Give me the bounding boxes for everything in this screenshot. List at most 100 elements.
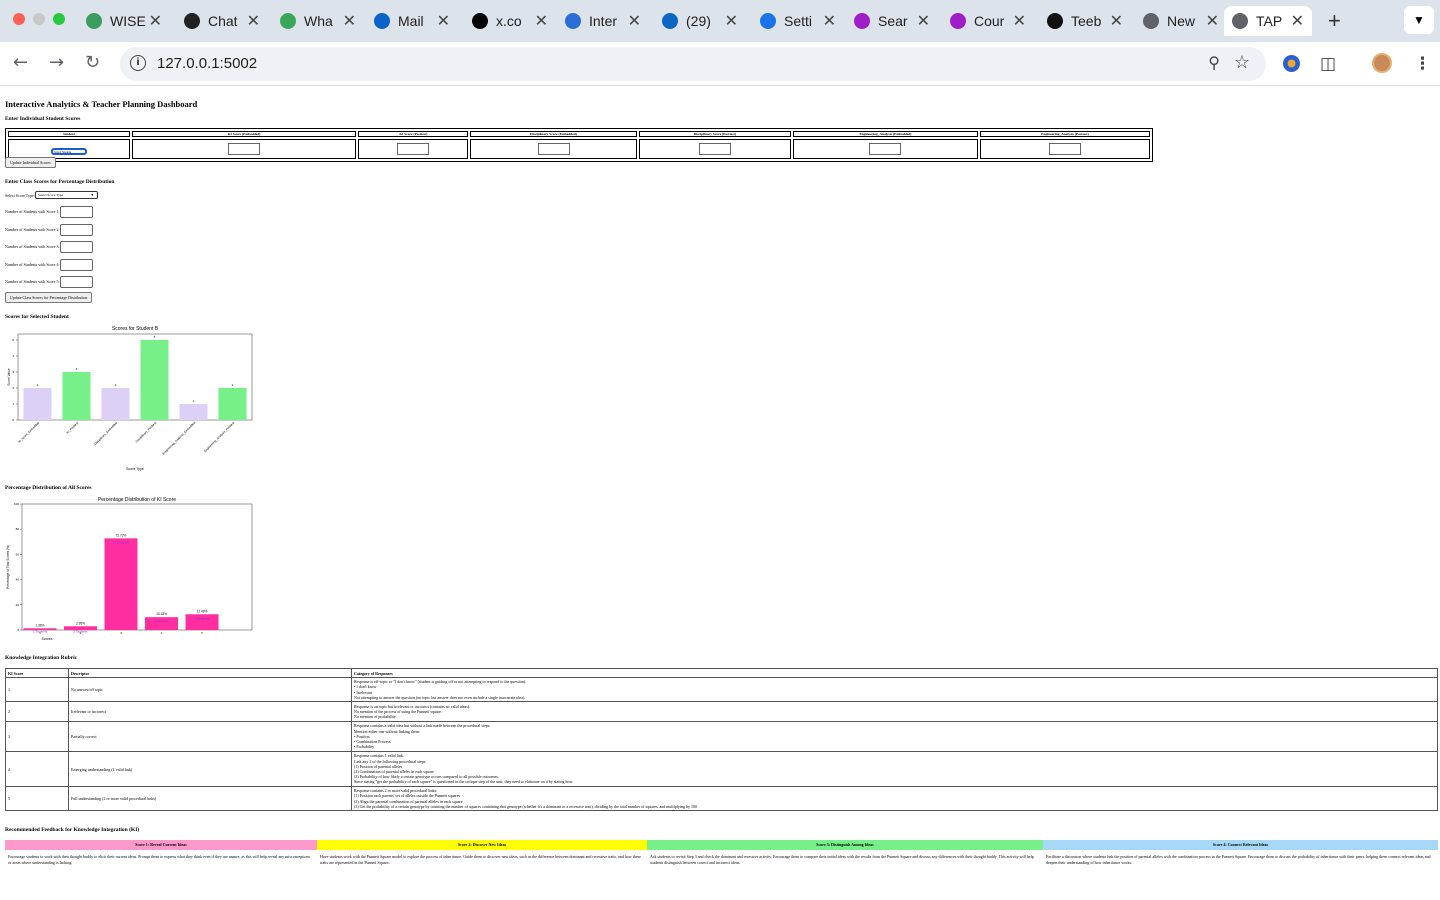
x-tick-label: 3 [120, 631, 122, 635]
student-select[interactable]: Select Student [50, 148, 87, 155]
address-bar[interactable]: i 127.0.0.1:5002 ⚲ ☆ [120, 47, 1266, 81]
browser-tab[interactable]: Mail ✕ [372, 6, 458, 36]
browser-tab[interactable]: (29) ✕ [660, 6, 746, 36]
tab-close-icon[interactable]: ✕ [437, 11, 450, 31]
score-count-input[interactable] [60, 258, 93, 271]
new-tab-plus-icon[interactable]: + [1328, 8, 1341, 34]
score-input[interactable] [869, 143, 902, 156]
tab-close-icon[interactable]: ✕ [247, 11, 260, 31]
tab-title: (29) [686, 13, 711, 29]
tab-close-icon[interactable]: ✕ [1110, 11, 1123, 31]
browser-tab[interactable]: Wha ✕ [278, 6, 364, 36]
score-count-input[interactable] [60, 276, 93, 288]
forward-arrow-icon[interactable]: → [49, 52, 64, 73]
individual-scores-table: Student KI Score (Embedded) KI Score (Post… [5, 128, 1153, 162]
browser-tab[interactable]: Chat ✕ [182, 6, 268, 36]
maximize-window-dot[interactable] [53, 13, 65, 25]
browser-tab[interactable]: Inter ✕ [563, 6, 649, 36]
tab-close-icon[interactable]: ✕ [535, 11, 548, 31]
rubric-row: 2 Irrelevant or incorrect Response is on t… [5, 701, 1438, 722]
y-tick-label: 2 [12, 386, 14, 390]
browser-tab[interactable]: Cour ✕ [948, 6, 1034, 36]
score-column-header: KI Score (Embedded) [131, 131, 357, 137]
rubric-descriptor: Emerging understanding (1 valid link) [68, 751, 352, 787]
browser-tab[interactable]: x.co ✕ [470, 6, 556, 36]
score-input[interactable] [1048, 143, 1081, 156]
tab-close-icon[interactable]: ✕ [343, 11, 356, 31]
rubric-column-header: Descriptor [68, 668, 352, 678]
bookmark-star-icon[interactable]: ☆ [1234, 52, 1250, 73]
tab-favicon-icon [280, 13, 296, 29]
score-count-label: Number of Students with Score 2: [5, 226, 60, 232]
tab-favicon-icon [854, 13, 870, 29]
update-class-scores-button[interactable]: Update Class Scores for Percentage Distr… [5, 292, 93, 303]
feedback-card-title: Score 1: Reveal Current Ideas [5, 840, 317, 850]
y-tick-label: 20 [16, 603, 20, 607]
browser-tab[interactable]: New ✕ [1141, 6, 1227, 36]
extension-profile-icon[interactable] [1283, 55, 1300, 72]
browser-tab[interactable]: WISE ✕ [84, 6, 170, 36]
browser-tab[interactable]: Sear ✕ [852, 6, 938, 36]
tab-search-chevron-icon[interactable]: ▼ [1404, 6, 1434, 34]
y-tick-label: 5 [12, 338, 14, 342]
bar [218, 388, 247, 420]
individual-scores-heading: Enter Individual Student Scores [5, 116, 81, 122]
bar [179, 404, 208, 420]
tab-title: Mail [398, 13, 424, 29]
zoom-icon[interactable]: ⚲ [1208, 53, 1220, 72]
minimize-window-dot[interactable] [33, 13, 45, 25]
browser-tab[interactable]: Setti ✕ [758, 6, 844, 36]
rubric-row: 5 Full understanding (2 or more valid pro… [5, 786, 1438, 811]
y-tick-label: 80 [16, 527, 20, 531]
tab-close-icon[interactable]: ✕ [149, 11, 162, 31]
site-info-icon[interactable]: i [130, 55, 146, 71]
score-count-input[interactable] [60, 206, 93, 218]
score-input[interactable] [537, 143, 570, 156]
browser-menu-icon[interactable]: ⋮ [1414, 54, 1431, 74]
rubric-descriptor: Partially correct [68, 721, 352, 752]
dashboard-page: Interactive Analytics & Teacher Planning… [0, 87, 1440, 900]
tab-favicon-icon [662, 13, 678, 29]
score-input[interactable] [698, 143, 731, 156]
update-individual-scores-button[interactable]: Update Individual Scores [5, 157, 56, 168]
tab-favicon-icon [1232, 13, 1248, 29]
score-column-header: Engineering_Analysis (Posttest) [979, 131, 1150, 137]
tab-title: Chat [208, 13, 238, 29]
y-axis-label: Score Value [7, 368, 11, 385]
rubric-category: Response contains 2 or more valid proced… [351, 786, 1438, 811]
score-type-select[interactable]: Select Score Type ▼ [35, 191, 98, 199]
tab-close-icon[interactable]: ✕ [917, 11, 930, 31]
score-cell [131, 139, 357, 159]
score-count-input[interactable] [60, 223, 93, 236]
score-count-input[interactable] [60, 241, 93, 253]
score-cell: Select Student [8, 139, 130, 159]
tab-close-icon[interactable]: ✕ [628, 11, 641, 31]
bar-percent-label: 10.18% [156, 612, 167, 616]
score-cell [638, 139, 791, 159]
tab-close-icon[interactable]: ✕ [725, 11, 738, 31]
score-cell [792, 139, 978, 159]
extensions-puzzle-icon[interactable]: ◫ [1320, 54, 1336, 74]
back-arrow-icon[interactable]: ← [13, 52, 28, 73]
feedback-card-text: Facilitate a discussion where students l… [1046, 854, 1431, 865]
close-window-dot[interactable] [13, 13, 25, 25]
tab-close-icon[interactable]: ✕ [1013, 11, 1026, 31]
bar [101, 388, 130, 420]
score-input[interactable] [228, 143, 261, 156]
feedback-card-title: Score 3: Distinguish Among Ideas [647, 840, 1043, 850]
bar-value-label: 2 [115, 383, 117, 387]
browser-tab[interactable]: Teeb ✕ [1045, 6, 1131, 36]
score-input[interactable] [397, 143, 430, 156]
user-avatar[interactable] [1372, 53, 1392, 73]
tab-close-icon[interactable]: ✕ [1206, 11, 1219, 31]
browser-tab[interactable]: TAP ✕ [1224, 6, 1312, 36]
browser-tab-bar: WISE ✕ Chat ✕ Wha ✕ Mail ✕ x.co ✕ Inter ✕ (29) ✕ Setti… [0, 0, 1440, 42]
tab-favicon-icon [472, 13, 488, 29]
url-text[interactable]: 127.0.0.1:5002 [157, 55, 257, 72]
tab-favicon-icon [374, 13, 390, 29]
tab-close-icon[interactable]: ✕ [1291, 11, 1304, 31]
tab-favicon-icon [950, 13, 966, 29]
distribution-chart-heading: Percentage Distribution of All Scores [5, 485, 92, 491]
reload-icon[interactable]: ↻ [85, 52, 100, 73]
tab-close-icon[interactable]: ✕ [823, 11, 836, 31]
